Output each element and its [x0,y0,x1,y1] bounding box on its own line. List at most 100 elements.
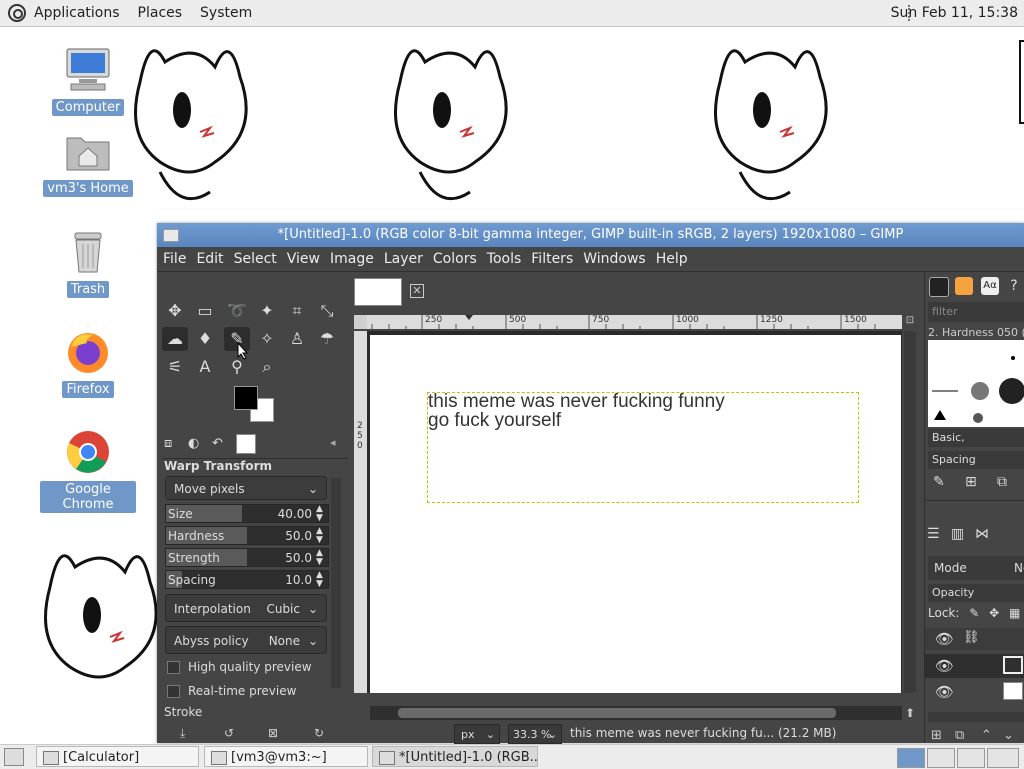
applications-menu[interactable]: Applications [34,5,120,21]
new-brush-icon[interactable]: ⊞ [965,474,977,490]
chain-icon[interactable]: ⛓ [963,630,980,645]
raise-layer-icon[interactable]: ⌃ [981,728,992,743]
lock-position-icon[interactable]: ✥ [989,606,999,620]
menu-help[interactable]: Help [656,251,688,267]
spin-arrows-icon[interactable]: ▲ ▼ [316,527,326,545]
crop-tool-icon[interactable]: ⌗ [284,299,310,323]
window-icon[interactable] [163,229,179,242]
workspace-4[interactable] [987,748,1019,768]
vertical-ruler[interactable]: 2 5 0 [354,331,367,693]
bucket-fill-tool-icon[interactable]: ♦ [192,327,218,351]
layers-tab-icon[interactable]: ☰ [927,526,940,542]
foreground-color-swatch[interactable] [234,386,258,410]
lock-pixels-icon[interactable]: ✎ [969,606,979,620]
checkbox-box[interactable] [167,661,180,674]
task-calculator[interactable]: [Calculator] [36,746,199,767]
spacing-slider[interactable]: Spacing 10.0 ▲ ▼ [165,570,329,589]
brush-grid[interactable] [928,340,1024,427]
zoom-tool-icon[interactable]: ⌕ [254,355,280,379]
lower-layer-icon[interactable]: ⌄ [1003,728,1014,743]
text-tool-icon[interactable]: A [192,355,218,379]
rect-select-tool-icon[interactable]: ▭ [192,299,218,323]
eye-icon[interactable]: 👁 [935,657,954,675]
spin-arrows-icon[interactable]: ▲ ▼ [316,549,326,567]
tool-options-tab-icon[interactable]: ⧈ [164,436,172,451]
save-options-icon[interactable]: ⤓ [180,726,185,741]
new-group-icon[interactable]: ⧉ [955,728,964,743]
channels-tab-icon[interactable]: ▥ [951,526,964,542]
show-desktop-icon[interactable] [4,748,24,766]
delete-options-icon[interactable]: ⊠ [268,726,278,740]
tab-menu-icon[interactable]: ◂ [330,436,336,449]
menu-filters[interactable]: Filters [531,251,573,267]
workspace-2[interactable] [927,748,955,768]
zoom-select[interactable]: 33.3 % ⌄ [508,724,562,744]
spin-arrows-icon[interactable]: ▲ ▼ [316,571,326,589]
duplicate-brush-icon[interactable]: ⧉ [997,474,1007,490]
places-menu[interactable]: Places [138,5,183,21]
vertical-scrollbar[interactable] [904,331,916,693]
images-tab-icon[interactable] [236,434,256,454]
opacity-slider[interactable]: Opacity [928,584,1024,602]
desktop-icon-chrome[interactable]: Google Chrome [40,429,136,513]
workspace-1[interactable] [897,748,925,768]
restore-options-icon[interactable]: ↺ [224,726,234,740]
eye-icon[interactable]: 👁 [935,683,954,701]
tool-options-scrollbar[interactable] [331,478,341,688]
high-quality-preview-checkbox[interactable]: High quality preview [167,660,312,674]
reset-options-icon[interactable]: ↻ [314,726,324,740]
undo-history-tab-icon[interactable]: ↶ [212,436,223,451]
transform-tool-icon[interactable]: ⤡ [314,299,340,323]
clock[interactable]: Sun Feb 11, 15:38 [891,5,1018,21]
menu-edit[interactable]: Edit [196,251,223,267]
path-tool-icon[interactable]: ⚟ [162,355,188,379]
image-thumbnail[interactable] [354,278,402,306]
paths-tab-icon[interactable]: ⋈ [975,526,989,542]
heal-tool-icon[interactable]: ☂ [314,327,340,351]
layer-row-text[interactable]: 👁 [925,654,1024,678]
warp-mode-select[interactable]: Move pixels ⌄ [165,476,327,500]
fuzzy-select-tool-icon[interactable]: ✦ [254,299,280,323]
abyss-policy-select[interactable]: Abyss policy None ⌄ [165,626,327,654]
spin-arrows-icon[interactable]: ▲ ▼ [316,505,326,523]
size-slider[interactable]: Size 40.00 ▲ ▼ [165,504,329,523]
interpolation-select[interactable]: Interpolation Cubic ⌄ [165,594,327,622]
hardness-slider[interactable]: Hardness 50.0 ▲ ▼ [165,526,329,545]
desktop-icon-firefox[interactable]: Firefox [40,329,136,398]
move-tool-icon[interactable]: ✥ [162,299,188,323]
patterns-tab-icon[interactable] [955,277,973,295]
new-layer-icon[interactable]: ⊞ [931,728,942,743]
warp-transform-tool-icon[interactable]: ☁ [162,327,188,351]
help-icon[interactable]: ? [1005,277,1023,295]
device-status-tab-icon[interactable]: ◐ [188,436,199,451]
desktop-icon-home[interactable]: vm3's Home [40,130,136,197]
menu-layer[interactable]: Layer [384,251,423,267]
task-gimp[interactable]: *[Untitled]-1.0 (RGB... [372,746,538,767]
menu-colors[interactable]: Colors [433,251,477,267]
menu-view[interactable]: View [287,251,320,267]
window-titlebar[interactable]: *[Untitled]-1.0 (RGB color 8-bit gamma i… [157,223,1024,247]
image-canvas[interactable]: this meme was never fucking funny go fuc… [370,335,901,693]
eye-icon[interactable]: 👁 [935,630,954,648]
system-menu[interactable]: System [200,5,252,21]
desktop-icon-trash[interactable]: Trash [40,229,136,298]
unit-select[interactable]: px ⌄ [454,724,500,744]
brush-set-field[interactable]: Basic, [928,429,1024,447]
clone-tool-icon[interactable]: ♙ [284,327,310,351]
task-terminal[interactable]: [vm3@vm3:~] [204,746,368,767]
fonts-tab-icon[interactable]: Aα [981,277,999,295]
strength-slider[interactable]: Strength 50.0 ▲ ▼ [165,548,329,567]
smudge-tool-icon[interactable]: ✧ [254,327,280,351]
navigate-icon[interactable]: ⬆ [904,706,916,720]
edit-brush-icon[interactable]: ✎ [933,474,945,490]
horizontal-ruler[interactable]: 250 500 750 1000 1250 1500 [367,315,902,329]
layers-scrollbar[interactable] [928,712,1024,722]
mate-logo-icon[interactable] [8,4,26,22]
ruler-corner[interactable] [354,315,367,329]
menu-windows[interactable]: Windows [583,251,646,267]
menu-select[interactable]: Select [234,251,277,267]
menu-file[interactable]: File [163,251,186,267]
menu-image[interactable]: Image [330,251,374,267]
desktop-icon-computer[interactable]: Computer [40,47,136,116]
checkbox-box[interactable] [167,685,180,698]
